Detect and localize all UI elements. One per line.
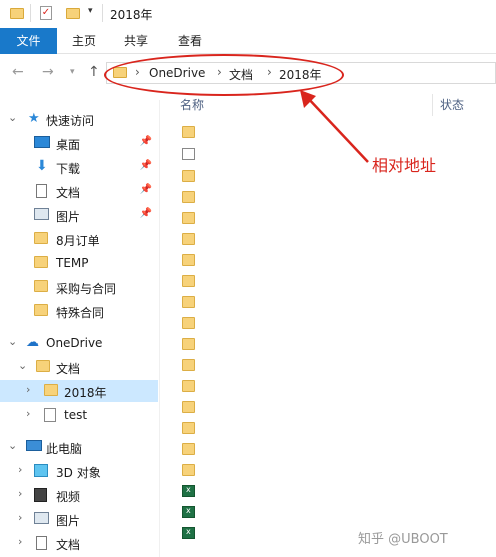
tab-home[interactable]: 主页: [72, 28, 96, 54]
folder-icon[interactable]: [182, 254, 195, 266]
window-title: 2018年: [110, 8, 153, 22]
excel-file-icon[interactable]: [182, 506, 195, 518]
chevron-down-icon[interactable]: ⌄: [8, 111, 17, 124]
ribbon: 文件 主页 共享 查看: [0, 28, 496, 54]
folder-icon: [44, 384, 58, 396]
tab-share[interactable]: 共享: [124, 28, 148, 54]
column-divider[interactable]: [432, 94, 433, 116]
chevron-down-icon[interactable]: ⌄: [18, 359, 27, 372]
folder-icon[interactable]: [182, 275, 195, 287]
folder-icon[interactable]: [182, 212, 195, 224]
folder-icon[interactable]: [182, 464, 195, 476]
sidebar-item-downloads[interactable]: ⬇ 下载 📌: [0, 156, 158, 178]
sidebar-item-desktop[interactable]: 桌面 📌: [0, 132, 158, 154]
folder-icon[interactable]: [182, 359, 195, 371]
sidebar-item-pictures[interactable]: 图片 📌: [0, 204, 158, 226]
shortcut-file-icon[interactable]: [182, 148, 195, 160]
computer-icon: [26, 440, 42, 451]
folder-icon[interactable]: [182, 380, 195, 392]
pin-icon[interactable]: 📌: [140, 184, 152, 195]
sidebar-item-august-orders[interactable]: 8月订单: [0, 228, 158, 250]
column-header-name[interactable]: 名称: [180, 96, 204, 113]
shortcut-icon: [44, 408, 56, 422]
folder-icon: [34, 232, 48, 244]
sidebar-item-temp[interactable]: TEMP: [0, 252, 158, 274]
folder-icon: [10, 8, 24, 19]
folder-icon[interactable]: [182, 443, 195, 455]
title-bar: ✓ ▾ 2018年: [0, 0, 496, 28]
star-icon: ★: [28, 111, 40, 126]
pin-icon[interactable]: 📌: [140, 136, 152, 147]
film-icon: [34, 488, 47, 502]
sidebar-item-quick-access[interactable]: ⌄ ★ 快速访问: [0, 108, 158, 130]
document-icon: [36, 536, 47, 550]
folder-icon[interactable]: [182, 401, 195, 413]
recent-locations-icon[interactable]: ▾: [70, 67, 75, 77]
chevron-right-icon[interactable]: ›: [18, 487, 22, 500]
folder-icon[interactable]: [182, 191, 195, 203]
folder-icon: [34, 256, 48, 268]
chevron-right-icon[interactable]: ›: [18, 511, 22, 524]
qat-dropdown-icon[interactable]: ▾: [88, 6, 93, 16]
3d-cube-icon: [34, 464, 48, 477]
document-icon: [36, 184, 47, 198]
chevron-right-icon[interactable]: ›: [18, 535, 22, 548]
tab-file[interactable]: 文件: [0, 28, 57, 54]
sidebar-item-pc-pictures[interactable]: › 图片: [0, 508, 158, 530]
folder-icon: [34, 280, 48, 292]
chevron-right-icon[interactable]: ›: [26, 407, 30, 420]
chevron-down-icon[interactable]: ⌄: [8, 439, 17, 452]
cloud-icon: ☁: [26, 335, 39, 350]
folder-icon[interactable]: [182, 296, 195, 308]
chevron-right-icon[interactable]: ›: [26, 383, 30, 396]
pictures-icon: [34, 208, 49, 220]
folder-icon[interactable]: [182, 233, 195, 245]
sidebar-item-this-pc[interactable]: ⌄ 此电脑: [0, 436, 158, 458]
sidebar-item-od-documents[interactable]: ⌄ 文档: [0, 356, 158, 378]
file-list: 名称 状态: [170, 90, 496, 557]
excel-file-icon[interactable]: [182, 527, 195, 539]
pin-icon[interactable]: 📌: [140, 160, 152, 171]
desktop-icon: [34, 136, 50, 148]
folder-icon[interactable]: [182, 338, 195, 350]
folder-icon[interactable]: [182, 170, 195, 182]
folder-icon: [36, 360, 50, 372]
watermark: 知乎 @UBOOT: [358, 532, 448, 547]
folder-icon[interactable]: [182, 317, 195, 329]
pictures-icon: [34, 512, 49, 524]
folder-icon[interactable]: [182, 422, 195, 434]
folder-icon[interactable]: [182, 126, 195, 138]
properties-check-icon[interactable]: ✓: [40, 6, 52, 20]
back-arrow-icon[interactable]: ←: [12, 64, 24, 80]
column-header-status[interactable]: 状态: [440, 96, 464, 113]
up-arrow-icon[interactable]: ↑: [88, 64, 100, 80]
navigation-pane: ⌄ ★ 快速访问 桌面 📌 ⬇ 下载 📌 文档 📌 图片 📌 8月订单 TEMP…: [0, 100, 160, 557]
sidebar-item-special-contracts[interactable]: 特殊合同: [0, 300, 158, 322]
excel-file-icon[interactable]: [182, 485, 195, 497]
sidebar-item-documents[interactable]: 文档 📌: [0, 180, 158, 202]
pin-icon[interactable]: 📌: [140, 208, 152, 219]
sidebar-item-videos[interactable]: › 视频: [0, 484, 158, 506]
forward-arrow-icon[interactable]: →: [42, 64, 54, 80]
folder-icon: [34, 304, 48, 316]
new-folder-icon[interactable]: [66, 8, 80, 19]
sidebar-item-purchasing[interactable]: 采购与合同: [0, 276, 158, 298]
chevron-down-icon[interactable]: ⌄: [8, 335, 17, 348]
sidebar-item-2018[interactable]: › 2018年: [0, 380, 158, 402]
chevron-right-icon[interactable]: ›: [18, 463, 22, 476]
tab-view[interactable]: 查看: [178, 28, 202, 54]
sidebar-item-pc-documents[interactable]: › 文档: [0, 532, 158, 554]
download-arrow-icon: ⬇: [36, 158, 48, 174]
sidebar-item-3d-objects[interactable]: › 3D 对象: [0, 460, 158, 482]
sidebar-item-test[interactable]: › test: [0, 404, 158, 426]
sidebar-item-onedrive[interactable]: ⌄ ☁ OneDrive: [0, 332, 158, 354]
